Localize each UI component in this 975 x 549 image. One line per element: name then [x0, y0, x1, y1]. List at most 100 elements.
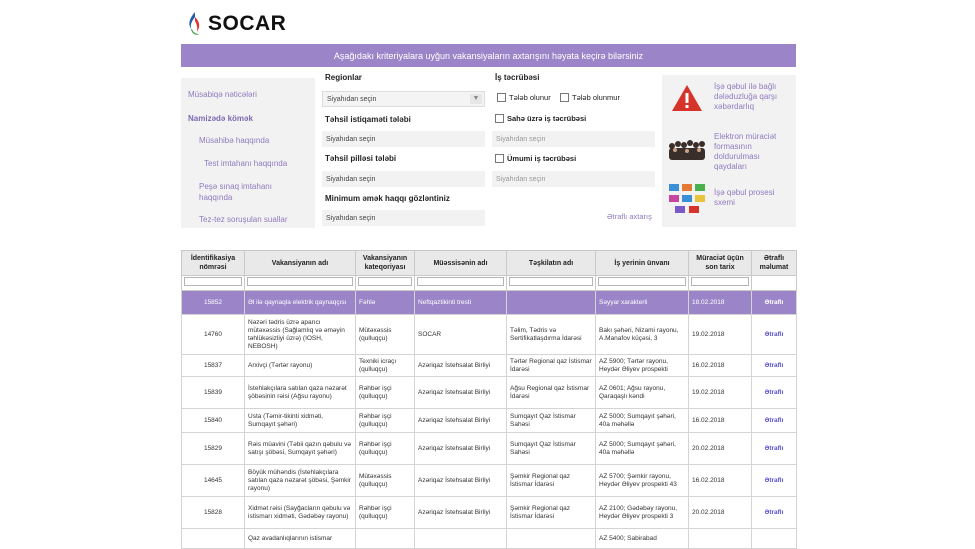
- cell-deadline: 16.02.2018: [688, 464, 752, 497]
- table-row[interactable]: 14760 Nəzəri tədris üzrə aparıcı mütəxəs…: [181, 314, 797, 355]
- cell-organization: Təlim, Tədris və Sertifikatlaşdırma İdar…: [506, 314, 596, 355]
- education-level-select[interactable]: Siyahıdan seçin: [322, 171, 485, 187]
- details-link[interactable]: Ətraflı: [765, 362, 784, 369]
- warning-icon[interactable]: [670, 83, 704, 113]
- hiring-process-link[interactable]: İşə qəbul prosesi sxemi: [714, 188, 792, 208]
- socar-flame-icon: [189, 12, 200, 35]
- regions-select[interactable]: Siyahıdan seçin ▼: [322, 91, 485, 107]
- cell-details: Ətraflı: [751, 408, 797, 433]
- cell-vacancy: Böyük mühəndis (İstehlakçılara satılan q…: [244, 464, 356, 497]
- process-diagram-icon[interactable]: [667, 181, 707, 215]
- cell-category: Rəhbər işçi (qulluqçu): [355, 376, 415, 409]
- cell-address: Səyyar xarakterli: [595, 290, 689, 315]
- category-filter-input[interactable]: [358, 277, 412, 286]
- details-link[interactable]: Ətraflı: [765, 417, 784, 424]
- table-row[interactable]: 15840 Usta (Təmir-tikinti xidməti, Sumqa…: [181, 408, 797, 433]
- nav-interview-info[interactable]: Müsahibə haqqında: [199, 135, 269, 146]
- nav-trade-exam-info[interactable]: Peşə sınaq imtahanı haqqında: [199, 181, 289, 203]
- cell-organization: [506, 290, 596, 315]
- col-header-company[interactable]: Müəssisənin adı: [414, 250, 507, 276]
- col-header-vacancy[interactable]: Vakansiyanın adı: [244, 250, 356, 276]
- col-header-address[interactable]: İş yerinin ünvanı: [595, 250, 689, 276]
- details-link[interactable]: Ətraflı: [765, 331, 784, 338]
- advanced-search-link[interactable]: Ətraflı axtarış: [607, 212, 652, 221]
- checkbox-box[interactable]: [495, 114, 504, 123]
- cell-deadline: 18.02.2018: [688, 290, 752, 315]
- table-row[interactable]: 15837 Arxivçi (Tərtər rayonu) Texniki ic…: [181, 354, 797, 377]
- nav-test-exam-info[interactable]: Test imtahanı haqqında: [204, 158, 287, 169]
- general-experience-select[interactable]: Siyahıdan seçin: [492, 171, 655, 187]
- checkbox-box[interactable]: [560, 93, 569, 102]
- cell-address: Bakı şəhəri, Nizami rayonu, A.Manafov kü…: [595, 314, 689, 355]
- col-header-deadline[interactable]: Müraciət üçün son tarix: [688, 250, 752, 276]
- details-link[interactable]: Ətraflı: [765, 445, 784, 452]
- regions-label: Regionlar: [325, 73, 362, 82]
- min-salary-select[interactable]: Siyahıdan seçin: [322, 210, 485, 226]
- table-row[interactable]: 15828 Xidmət rəisi (Sayğacların qəbulu v…: [181, 496, 797, 529]
- table-row[interactable]: 14645 Böyük mühəndis (İstehlakçılara sat…: [181, 464, 797, 497]
- cell-organization: [506, 528, 596, 549]
- left-sidebar: Müsabiqə nəticələri Namizədə kömək Müsah…: [181, 78, 315, 228]
- not-required-checkbox-label: Tələb olunmur: [572, 93, 620, 102]
- cell-category: [355, 528, 415, 549]
- cell-deadline: 16.02.2018: [688, 354, 752, 377]
- cell-company: Azəriqaz İstehsalat Birliyi: [414, 464, 507, 497]
- details-link[interactable]: Ətraflı: [765, 389, 784, 396]
- cell-vacancy: Arxivçi (Tərtər rayonu): [244, 354, 356, 377]
- nav-candidate-help[interactable]: Namizədə kömək: [188, 113, 253, 124]
- fraud-warning-link[interactable]: İşə qəbul ilə bağlı dələduzluğa qarşı xə…: [714, 82, 792, 112]
- details-link[interactable]: Ətraflı: [765, 299, 784, 306]
- cell-id: 15852: [181, 290, 245, 315]
- cell-company: Azəriqaz İstehsalat Birliyi: [414, 496, 507, 529]
- id-filter-input[interactable]: [184, 277, 242, 286]
- application-form-rules-link[interactable]: Elektron müraciət formasının doldurulmas…: [714, 132, 792, 172]
- not-required-checkbox[interactable]: Tələb olunmur: [560, 93, 620, 102]
- filter-cell: [506, 275, 596, 291]
- filter-cell: [414, 275, 507, 291]
- cell-company: Neftqaztikinti tresti: [414, 290, 507, 315]
- cell-vacancy: İstehlakçılara satılan qaza nəzarət şöbə…: [244, 376, 356, 409]
- cell-company: Azəriqaz İstehsalat Birliyi: [414, 354, 507, 377]
- general-experience-label: Ümumi iş təcrübəsi: [507, 154, 577, 163]
- cell-organization: Sumqayıt Qaz İstismar Sahəsi: [506, 432, 596, 465]
- col-header-id[interactable]: İdentifikasiya nömrəsi: [181, 250, 245, 276]
- table-row[interactable]: 15829 Rəis müavini (Təbii qazın qəbulu v…: [181, 432, 797, 465]
- table-row[interactable]: 15852 Əl ilə qaynaqla elektrik qaynaqçıs…: [181, 290, 797, 315]
- education-field-select[interactable]: Siyahıdan seçin: [322, 131, 485, 147]
- table-row[interactable]: Qaz avadanlıqlarının istismar AZ 5400; S…: [181, 528, 797, 549]
- cell-category: Texniki icraçı (qulluqçu): [355, 354, 415, 377]
- cell-details: Ətraflı: [751, 354, 797, 377]
- details-link[interactable]: Ətraflı: [765, 477, 784, 484]
- nav-competition-results[interactable]: Müsabiqə nəticələri: [188, 89, 257, 100]
- chevron-down-icon[interactable]: ▼: [470, 94, 482, 104]
- table-row[interactable]: 15839 İstehlakçılara satılan qaza nəzarə…: [181, 376, 797, 409]
- cell-organization: Ağsu Regional qaz İstismar İdarəsi: [506, 376, 596, 409]
- col-header-category[interactable]: Vakansiyanın kateqoriyası: [355, 250, 415, 276]
- details-link[interactable]: Ətraflı: [765, 509, 784, 516]
- cell-category: Mütəxəssis (qulluqçu): [355, 314, 415, 355]
- socar-logo[interactable]: SOCAR: [186, 9, 286, 39]
- address-filter-input[interactable]: [598, 277, 686, 286]
- cell-address: AZ 5700; Şəmkir rayonu, Heydər Əliyev pr…: [595, 464, 689, 497]
- cell-id: 14760: [181, 314, 245, 355]
- field-experience-checkbox[interactable]: Sahə üzrə iş təcrübəsi: [495, 114, 586, 123]
- filter-cell: [751, 275, 797, 291]
- col-header-organization[interactable]: Təşkilatın adı: [506, 250, 596, 276]
- nav-faq[interactable]: Tez-tez soruşulan suallar: [199, 214, 287, 225]
- deadline-filter-input[interactable]: [691, 277, 749, 286]
- people-photo-icon[interactable]: [667, 133, 707, 163]
- cell-organization: Şəmkir Regional qaz İstismar İdarəsi: [506, 496, 596, 529]
- filter-cell: [595, 275, 689, 291]
- required-checkbox[interactable]: Tələb olunur: [497, 93, 551, 102]
- cell-organization: Şəmkir Regional qaz İstismar İdarəsi: [506, 464, 596, 497]
- general-experience-checkbox[interactable]: Ümumi iş təcrübəsi: [495, 154, 576, 163]
- filter-cell: [355, 275, 415, 291]
- company-filter-input[interactable]: [417, 277, 504, 286]
- filter-cell: [244, 275, 356, 291]
- checkbox-box[interactable]: [495, 154, 504, 163]
- checkbox-box[interactable]: [497, 93, 506, 102]
- field-experience-select[interactable]: Siyahıdan seçin: [492, 131, 655, 147]
- education-level-label: Təhsil pilləsi tələbi: [325, 154, 397, 163]
- vacancy-filter-input[interactable]: [247, 277, 353, 286]
- organization-filter-input[interactable]: [509, 277, 593, 286]
